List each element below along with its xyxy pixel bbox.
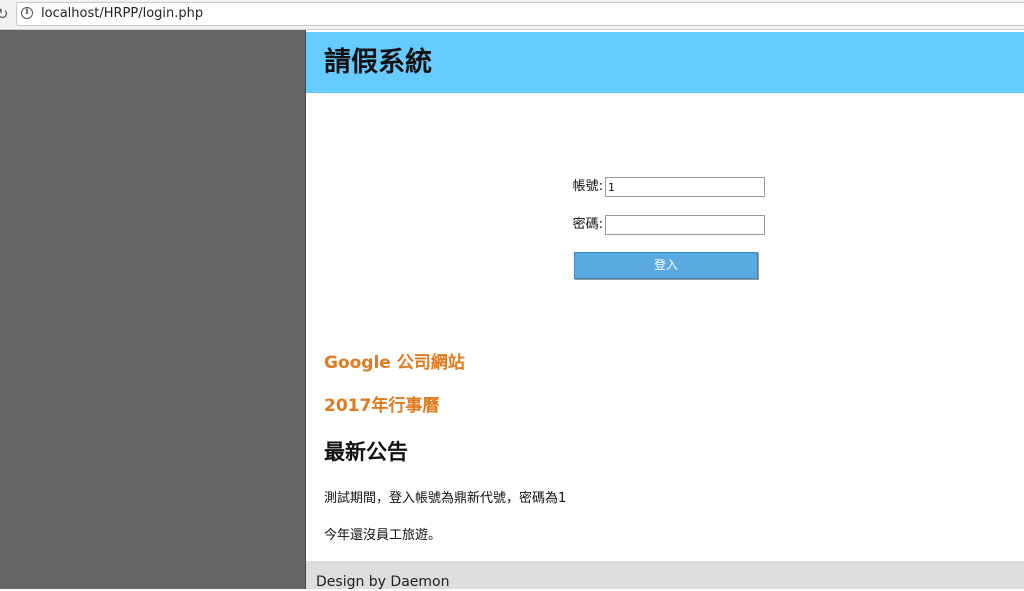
password-input[interactable]: [605, 215, 765, 235]
main-content: 請假系統 帳號: 密碼: 登入 Google 公司網站 2017年行事曆 最新公…: [305, 30, 1024, 590]
password-label: 密碼:: [572, 217, 603, 232]
username-label: 帳號:: [572, 179, 603, 194]
page-header: 請假系統: [306, 32, 1024, 93]
browser-address-bar: ↻ i localhost/HRPP/login.php: [0, 0, 1024, 30]
username-input[interactable]: [605, 177, 765, 197]
username-row: 帳號:: [546, 176, 786, 198]
left-panel: [0, 30, 305, 589]
info-icon[interactable]: i: [21, 7, 33, 19]
footer-credit: Design by Daemon: [316, 574, 450, 590]
url-text: localhost/HRPP/login.php: [41, 6, 204, 21]
news-item: 今年還沒員工旅遊。: [324, 528, 442, 543]
url-field[interactable]: i localhost/HRPP/login.php: [16, 2, 1024, 26]
google-company-site-link[interactable]: Google 公司網站: [324, 352, 465, 374]
password-row: 密碼:: [546, 214, 786, 236]
news-heading: 最新公告: [324, 440, 408, 464]
calendar-2017-link[interactable]: 2017年行事曆: [324, 395, 439, 417]
reload-icon[interactable]: ↻: [0, 5, 10, 23]
page-title: 請假系統: [324, 47, 432, 78]
news-item: 測試期間，登入帳號為鼎新代號，密碼為1: [324, 491, 567, 506]
login-button[interactable]: 登入: [574, 252, 758, 279]
footer: Design by Daemon: [306, 561, 1024, 590]
